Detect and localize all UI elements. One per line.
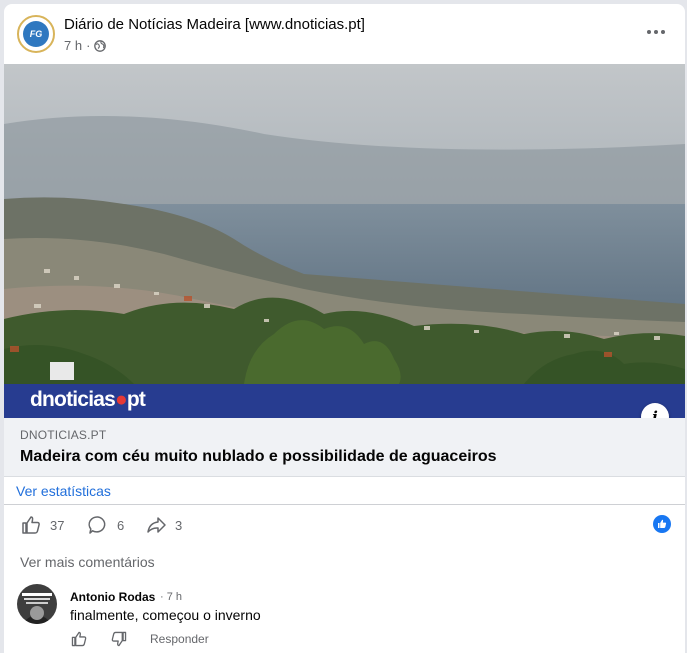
comment-dislike-button[interactable] [110,630,128,648]
avatar-detail [26,602,48,604]
link-preview-image[interactable]: dnoticias●pt [4,64,685,418]
brand-logo: dnoticias●pt [30,388,146,412]
like-button[interactable]: 37 [20,514,64,536]
link-domain: DNOTICIAS.PT [20,428,107,442]
commenter-name[interactable]: Antonio Rodas [70,590,155,604]
view-stats-link[interactable]: Ver estatísticas [16,483,111,499]
landscape-image [4,64,685,418]
post-time-separator: · [86,38,91,53]
comment-item: Antonio Rodas · 7 h finalmente, começou … [4,582,685,653]
action-bar: 37 6 3 [4,505,685,543]
brand-main: dnoticias [30,388,116,411]
more-dots-icon [647,30,665,34]
brand-dot-icon: ● [114,388,128,411]
commenter-avatar[interactable] [17,584,57,624]
comment-like-button[interactable] [70,630,88,648]
comment-bubble-icon [87,514,109,536]
brand-suffix: pt [126,388,146,411]
post-card: FG Diário de Notícias Madeira [www.dnoti… [4,4,685,653]
page-avatar-logo: FG [23,21,49,47]
comment-text: finalmente, começou o inverno [70,607,261,623]
stats-bar: Ver estatísticas [4,476,685,505]
page-avatar[interactable]: FG [17,15,55,53]
post-time[interactable]: 7 h [64,38,82,53]
avatar-detail [22,593,52,596]
thumbs-up-icon [70,630,88,648]
post-meta: 7 h · [64,38,107,53]
share-count: 3 [175,517,183,533]
link-title[interactable]: Madeira com céu muito nublado e possibil… [20,448,497,466]
avatar-detail [30,606,44,620]
comment-button[interactable]: 6 [87,514,124,536]
reply-button[interactable]: Responder [150,632,209,646]
like-count: 37 [50,517,65,533]
post-header: FG Diário de Notícias Madeira [www.dnoti… [4,4,685,64]
more-options-button[interactable] [641,22,671,42]
share-button[interactable]: 3 [145,514,182,536]
link-preview[interactable]: DNOTICIAS.PT Madeira com céu muito nubla… [4,418,685,477]
share-arrow-icon [145,514,167,536]
thumbs-down-icon [110,630,128,648]
thumbs-up-icon [20,514,42,536]
like-reaction-badge-icon[interactable] [653,515,671,533]
comment-time[interactable]: · 7 h [160,591,182,603]
view-more-comments-link[interactable]: Ver mais comentários [20,554,155,570]
comment-count: 6 [117,517,125,533]
globe-icon [94,39,107,52]
page-name[interactable]: Diário de Notícias Madeira [www.dnoticia… [64,16,365,33]
avatar-detail [24,598,50,600]
